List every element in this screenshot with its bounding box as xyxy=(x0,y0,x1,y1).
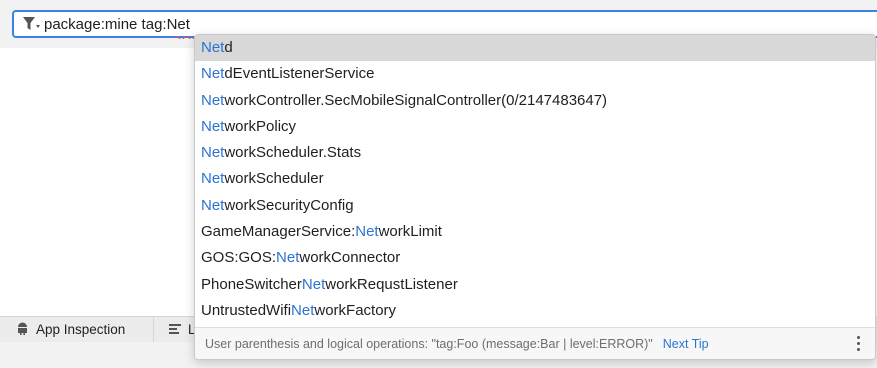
suggestion-item[interactable]: NetworkSecurityConfig xyxy=(195,193,875,219)
suggestion-match-text: Net xyxy=(201,91,225,109)
suggestion-match-text: Net xyxy=(301,275,326,293)
tab-logcat[interactable]: L xyxy=(155,317,196,342)
suggestion-item[interactable]: GameManagerService:NetworkLimit xyxy=(195,219,875,245)
suggestion-match-text: Net xyxy=(276,249,300,267)
suggestion-item[interactable]: NetworkController.SecMobileSignalControl… xyxy=(195,88,875,114)
tag-autocomplete-popup: Netd NetdEventListenerService NetworkContr… xyxy=(194,34,876,360)
logcat-icon xyxy=(169,322,181,337)
suggestion-text: PhoneSwitcher xyxy=(201,275,302,293)
suggestion-match-text: Net xyxy=(201,65,225,83)
suggestion-match-text: Net xyxy=(291,301,315,319)
suggestion-item[interactable]: UntrustedWifiNetworkFactory xyxy=(195,298,875,324)
suggestion-item[interactable]: PhoneSwitcherNetworkRequstListener xyxy=(195,272,875,298)
filter-icon[interactable] xyxy=(23,16,41,32)
suggestion-match-text: Net xyxy=(355,223,379,241)
suggestion-item[interactable]: NetworkScheduler xyxy=(195,166,875,192)
suggestion-text: d xyxy=(224,39,233,56)
tip-bar: User parenthesis and logical operations:… xyxy=(195,327,875,359)
suggestion-match-text: Net xyxy=(201,144,225,162)
suggestion-list: Netd NetdEventListenerService NetworkContr… xyxy=(195,35,875,329)
suggestion-match-text: Net xyxy=(201,39,225,56)
suggestion-text: workController.SecMobileSignalController… xyxy=(224,91,608,109)
suggestion-item[interactable]: NetdEventListenerService xyxy=(195,61,875,87)
suggestion-text: workScheduler xyxy=(224,170,324,188)
more-options-icon[interactable] xyxy=(857,336,861,352)
suggestion-text: workFactory xyxy=(314,301,397,319)
suggestion-text: workSecurityConfig xyxy=(224,196,354,214)
tab-app-inspection-label: App Inspection xyxy=(36,322,126,337)
suggestion-text: workLimit xyxy=(378,223,442,241)
android-icon xyxy=(16,322,29,338)
suggestion-text: workConnector xyxy=(299,249,401,267)
suggestion-item[interactable]: NetworkScheduler.Stats xyxy=(195,140,875,166)
suggestion-item[interactable]: NetworkPolicy xyxy=(195,114,875,140)
suggestion-match-text: Net xyxy=(201,196,225,214)
suggestion-text: GOS:GOS: xyxy=(201,249,277,267)
suggestion-text: workPolicy xyxy=(224,117,297,135)
suggestion-text: workScheduler.Stats xyxy=(224,144,362,162)
suggestion-text: workRequstListener xyxy=(325,275,458,293)
tip-text: User parenthesis and logical operations:… xyxy=(205,336,653,351)
next-tip-link[interactable]: Next Tip xyxy=(663,337,709,351)
suggestion-match-text: Net xyxy=(201,117,225,135)
suggestion-item[interactable]: Netd xyxy=(195,35,875,62)
tab-app-inspection[interactable]: App Inspection xyxy=(0,317,154,342)
suggestion-match-text: Net xyxy=(201,170,225,188)
suggestion-text: dEventListenerService xyxy=(224,65,375,83)
suggestion-text: GameManagerService: xyxy=(201,223,356,241)
suggestion-text: UntrustedWifi xyxy=(201,301,292,319)
filter-query-text[interactable]: package:mine tag:Net xyxy=(44,16,190,33)
suggestion-item[interactable]: GOS:GOS:NetworkConnector xyxy=(195,245,875,271)
